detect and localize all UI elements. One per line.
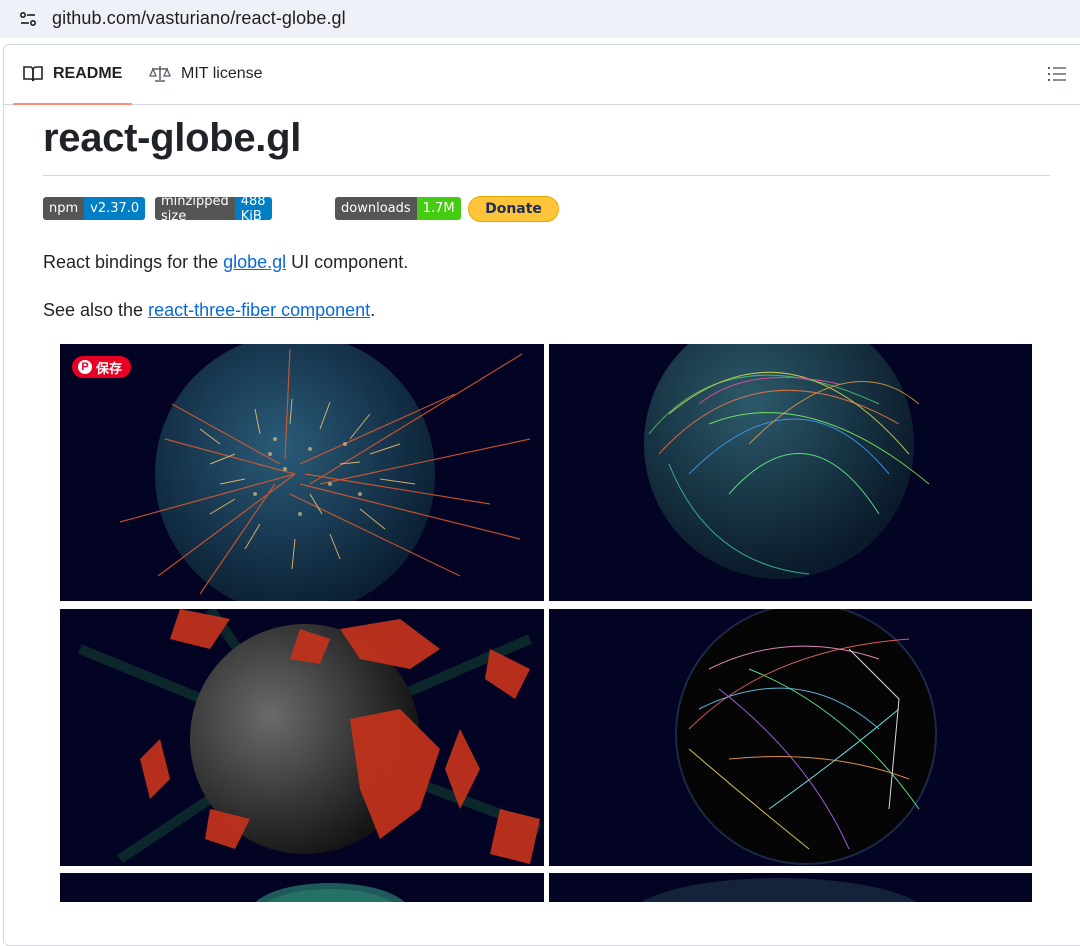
title-divider xyxy=(43,175,1050,176)
url-text[interactable]: github.com/vasturiano/react-globe.gl xyxy=(52,8,346,29)
badge-key: minzipped size xyxy=(155,197,235,220)
tab-license-label: MIT license xyxy=(181,65,263,82)
badge-key: downloads xyxy=(335,197,417,220)
intro-text: React bindings for the xyxy=(43,252,224,272)
site-settings-icon[interactable] xyxy=(18,9,38,29)
pin-label: 保存 xyxy=(96,360,123,376)
donate-button[interactable]: Donate xyxy=(468,196,559,222)
badge-key: npm xyxy=(43,197,85,220)
example-image-cables[interactable] xyxy=(549,609,1032,866)
intro-paragraph: React bindings for the globe.gl UI compo… xyxy=(43,252,408,273)
globe-arcs-image xyxy=(644,344,930,579)
globe-spikes-image xyxy=(119,344,531,601)
badge-value: 488 KiB xyxy=(234,197,272,220)
globe-cables-image xyxy=(675,609,937,865)
example-image-hexbin[interactable] xyxy=(60,873,544,902)
globe-hexbin-image xyxy=(255,883,405,902)
see-also-text: See also the xyxy=(43,300,149,320)
intro-text-end: UI component. xyxy=(286,252,409,272)
active-tab-indicator xyxy=(13,103,133,105)
npm-version-badge[interactable]: npm v2.37.0 xyxy=(43,197,146,220)
tab-readme[interactable]: README xyxy=(13,44,133,105)
readme-tabbar: README MIT license xyxy=(3,44,1080,105)
badge-value: 1.7M xyxy=(416,197,461,220)
law-scale-icon xyxy=(149,66,171,82)
address-bar[interactable]: github.com/vasturiano/react-globe.gl xyxy=(0,0,1080,38)
tab-license[interactable]: MIT license xyxy=(149,44,263,104)
downloads-badge[interactable]: downloads 1.7M xyxy=(335,197,461,220)
bundle-size-badge[interactable]: minzipped size 488 KiB xyxy=(155,197,272,220)
example-image-earth[interactable] xyxy=(549,873,1032,902)
table-of-contents-icon[interactable] xyxy=(1048,66,1066,82)
example-image-population[interactable]: P 保存 xyxy=(60,344,544,601)
example-image-choropleth[interactable] xyxy=(60,609,544,866)
see-also-paragraph: See also the react-three-fiber component… xyxy=(43,300,375,321)
pinterest-icon: P xyxy=(78,360,92,374)
readme-title: react-globe.gl xyxy=(43,116,302,160)
tab-readme-label: README xyxy=(53,65,123,82)
pinterest-save-button[interactable]: P 保存 xyxy=(72,356,132,378)
example-image-arcs[interactable] xyxy=(549,344,1032,601)
globe-choropleth-image xyxy=(78,609,542,864)
see-also-text-end: . xyxy=(370,300,376,320)
globe-gl-link[interactable]: globe.gl xyxy=(223,252,286,272)
badge-value: v2.37.0 xyxy=(84,197,146,220)
react-three-fiber-link[interactable]: react-three-fiber component xyxy=(148,300,370,320)
globe-earth-image xyxy=(641,878,917,902)
book-icon xyxy=(23,66,43,82)
